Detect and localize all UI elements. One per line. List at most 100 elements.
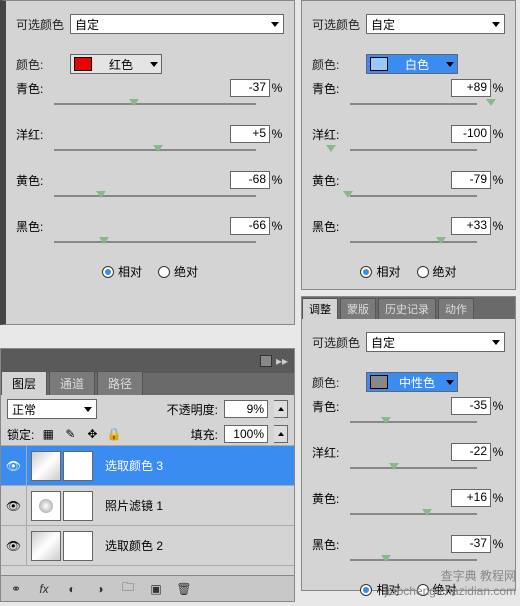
lock-all-icon[interactable]: 🔒 [106, 426, 122, 442]
selectable-colors-label: 可选颜色 [312, 334, 360, 351]
black-slider[interactable] [312, 553, 505, 571]
color-label: 颜色: [312, 374, 360, 391]
selective-color-panel-neutral: 调整 蒙版 历史记录 动作 可选颜色 自定 颜色: 中性色 青色:-35% 洋红… [301, 296, 516, 591]
new-layer-icon[interactable]: ▣ [147, 580, 165, 598]
collapse-icon[interactable] [260, 355, 272, 367]
cyan-input[interactable]: +89 [451, 79, 491, 97]
tab-history[interactable]: 历史记录 [378, 298, 436, 319]
tab-actions[interactable]: 动作 [438, 298, 474, 319]
link-icon[interactable]: ⚭ [7, 580, 25, 598]
layer-row[interactable]: 👁 照片滤镜 1 [1, 486, 294, 526]
layer-row[interactable]: 👁 选取颜色 2 [1, 526, 294, 566]
absolute-radio[interactable]: 绝对 [417, 263, 457, 280]
yellow-input[interactable]: -79 [451, 171, 491, 189]
cyan-input[interactable]: -37 [230, 79, 270, 97]
color-swatch-icon [74, 57, 92, 71]
layers-footer: ⚭ fx ◐ ◑ 🗀 ▣ 🗑 [1, 575, 294, 601]
blend-mode-dropdown[interactable]: 正常 [7, 399, 97, 419]
cyan-slider[interactable] [16, 97, 284, 115]
trash-icon[interactable]: 🗑 [175, 580, 193, 598]
folder-icon[interactable]: 🗀 [119, 580, 137, 598]
magenta-slider[interactable] [312, 461, 505, 479]
lock-transparent-icon[interactable]: ▦ [40, 426, 56, 442]
yellow-input[interactable]: -68 [230, 171, 270, 189]
tab-paths[interactable]: 路径 [97, 371, 143, 395]
adjustment-thumb-icon [31, 451, 61, 481]
visibility-toggle[interactable]: 👁 [1, 486, 27, 525]
magenta-input[interactable]: -22 [451, 443, 491, 461]
layer-row[interactable]: 👁 选取颜色 3 [1, 446, 294, 486]
photofilter-thumb-icon [31, 491, 61, 521]
adjustment-icon[interactable]: ◑ [91, 580, 109, 598]
chevron-down-icon [492, 340, 500, 345]
eye-icon: 👁 [6, 539, 21, 553]
relative-radio[interactable]: 相对 [102, 263, 142, 280]
yellow-slider[interactable] [16, 189, 284, 207]
cyan-input[interactable]: -35 [451, 397, 491, 415]
cyan-slider[interactable] [312, 415, 505, 433]
tab-layers[interactable]: 图层 [1, 371, 47, 395]
fill-input[interactable]: 100% [224, 425, 268, 443]
yellow-slider[interactable] [312, 507, 505, 525]
yellow-slider[interactable] [312, 189, 505, 207]
preset-dropdown[interactable]: 自定 [366, 332, 505, 352]
yellow-input[interactable]: +16 [451, 489, 491, 507]
relative-radio[interactable]: 相对 [360, 581, 400, 598]
tab-mask[interactable]: 蒙版 [340, 298, 376, 319]
cyan-label: 青色: [16, 80, 50, 97]
mask-thumb-icon [63, 491, 93, 521]
color-dropdown[interactable]: 红色 [70, 54, 162, 74]
fx-icon[interactable]: fx [35, 580, 53, 598]
opacity-arrow-button[interactable] [274, 400, 288, 418]
fill-arrow-button[interactable] [274, 425, 288, 443]
mask-icon[interactable]: ◐ [63, 580, 81, 598]
layers-tabs: 图层 通道 路径 [1, 373, 294, 395]
panel-top-strip: ▸▸ [1, 349, 294, 373]
mask-thumb-icon [63, 451, 93, 481]
eye-icon: 👁 [6, 499, 21, 513]
layer-list: 👁 选取颜色 3 👁 照片滤镜 1 👁 选取颜色 2 [1, 446, 294, 575]
black-label: 黑色: [16, 218, 50, 235]
black-input[interactable]: +33 [451, 217, 491, 235]
black-slider[interactable] [312, 235, 505, 253]
preset-dropdown[interactable]: 自定 [70, 14, 284, 34]
preset-dropdown[interactable]: 自定 [366, 14, 505, 34]
color-dropdown[interactable]: 中性色 [366, 372, 458, 392]
pct: % [270, 81, 284, 95]
black-input[interactable]: -37 [451, 535, 491, 553]
color-name: 中性色 [399, 374, 435, 391]
tab-channels[interactable]: 通道 [49, 371, 95, 395]
layer-name: 选取颜色 2 [105, 537, 163, 554]
color-swatch-icon [370, 375, 388, 389]
chevron-down-icon [446, 380, 454, 385]
fill-label: 填充: [191, 426, 218, 443]
absolute-radio[interactable]: 绝对 [417, 581, 457, 598]
lock-label: 锁定: [7, 426, 34, 443]
visibility-toggle[interactable]: 👁 [1, 446, 27, 485]
visibility-toggle[interactable]: 👁 [1, 526, 27, 565]
relative-radio[interactable]: 相对 [360, 263, 400, 280]
preset-value: 自定 [75, 16, 99, 33]
magenta-input[interactable]: +5 [230, 125, 270, 143]
chevron-down-icon [150, 62, 158, 67]
lock-brush-icon[interactable]: ✎ [62, 426, 78, 442]
layer-name: 照片滤镜 1 [105, 497, 163, 514]
layer-name: 选取颜色 3 [105, 457, 163, 474]
cyan-slider[interactable] [312, 97, 505, 115]
chevron-down-icon [492, 22, 500, 27]
color-label: 颜色: [16, 56, 64, 73]
black-slider[interactable] [16, 235, 284, 253]
color-name: 红色 [109, 56, 133, 73]
magenta-input[interactable]: -100 [451, 125, 491, 143]
absolute-radio[interactable]: 绝对 [158, 263, 198, 280]
lock-move-icon[interactable]: ✥ [84, 426, 100, 442]
selective-color-panel-red: 可选颜色 自定 颜色: 红色 青色:-37% 洋红:+5% 黄色:-68% 黑色… [0, 0, 295, 325]
color-dropdown[interactable]: 白色 [366, 54, 458, 74]
magenta-slider[interactable] [312, 143, 505, 161]
tab-adjust[interactable]: 调整 [302, 298, 338, 319]
opacity-input[interactable]: 9% [224, 400, 268, 418]
magenta-slider[interactable] [16, 143, 284, 161]
chevron-right-icon[interactable]: ▸▸ [276, 354, 288, 368]
black-input[interactable]: -66 [230, 217, 270, 235]
adjustment-thumb-icon [31, 531, 61, 561]
